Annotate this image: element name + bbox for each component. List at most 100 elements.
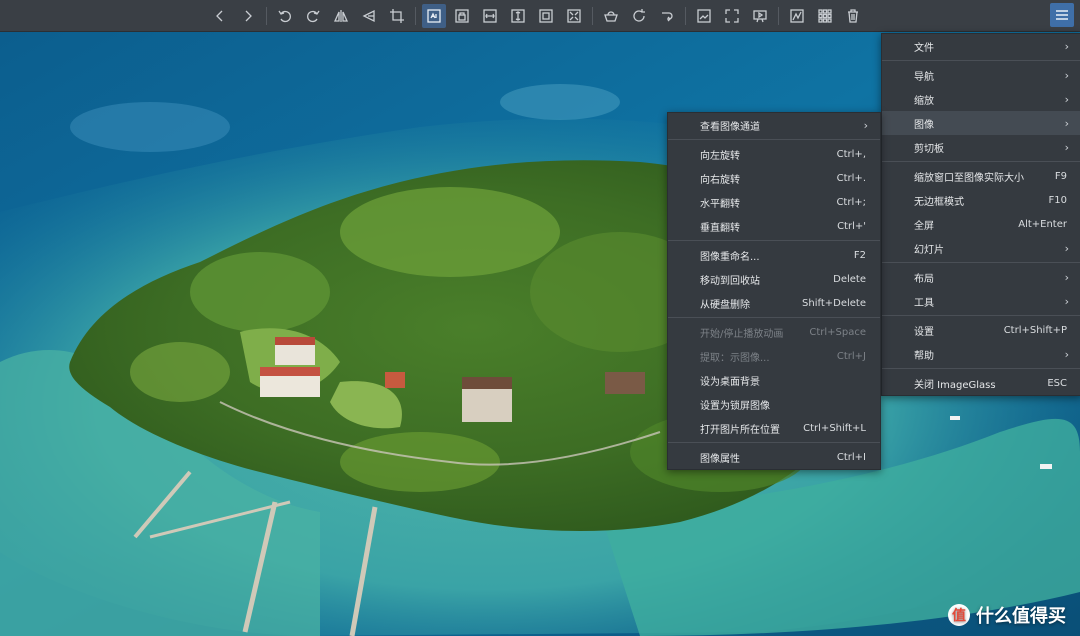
toolbar-separator bbox=[266, 6, 267, 25]
menu-item-view-channels[interactable]: 查看图像通道 › bbox=[668, 113, 880, 137]
open-icon[interactable] bbox=[599, 4, 623, 28]
rotate-right-icon[interactable] bbox=[301, 4, 325, 28]
menu-separator bbox=[882, 161, 1080, 162]
menu-separator bbox=[668, 317, 880, 318]
menu-item-tools[interactable]: 工具 › bbox=[882, 289, 1080, 313]
main-menu: 文件 › 导航 › 缩放 › 图像 › 剪切板 › 缩放窗口至图像实际大小 F9 无边框模式… bbox=[881, 33, 1080, 396]
menu-item-label: 缩放窗口至图像实际大小 bbox=[914, 172, 1024, 184]
toolbar-icons bbox=[206, 0, 867, 31]
chevron-right-icon: › bbox=[863, 118, 868, 132]
menu-item-label: 设置为锁屏图像 bbox=[700, 400, 770, 412]
toolbar-separator bbox=[778, 6, 779, 25]
menu-item-frameless[interactable]: 无边框模式 F10 bbox=[882, 188, 1080, 212]
flip-horizontal-icon[interactable] bbox=[329, 4, 353, 28]
redo-icon[interactable] bbox=[655, 4, 679, 28]
menu-item-label: 布局 bbox=[914, 273, 934, 285]
menu-separator bbox=[668, 240, 880, 241]
menu-item-label: 剪切板 bbox=[914, 143, 944, 155]
menu-separator bbox=[882, 60, 1080, 61]
menu-item-open-location[interactable]: 打开图片所在位置 Ctrl+Shift+L bbox=[668, 416, 880, 440]
menu-item-label: 幻灯片 bbox=[914, 244, 944, 256]
rotate-left-icon[interactable] bbox=[273, 4, 297, 28]
chevron-right-icon: › bbox=[1064, 68, 1069, 82]
menu-item-slideshow[interactable]: 幻灯片 › bbox=[882, 236, 1080, 260]
menu-item-label: 查看图像通道 bbox=[700, 121, 760, 133]
menu-item-set-desktop-background[interactable]: 设为桌面背景 bbox=[668, 368, 880, 392]
menu-item-move-to-recycle-bin[interactable]: 移动到回收站 Delete bbox=[668, 267, 880, 291]
menu-item-shortcut: Shift+Delete bbox=[802, 297, 866, 309]
menu-item-shortcut: Ctrl+, bbox=[836, 148, 866, 160]
chevron-right-icon: › bbox=[1064, 270, 1069, 284]
scale-height-icon[interactable] bbox=[506, 4, 530, 28]
menu-item-help[interactable]: 帮助 › bbox=[882, 342, 1080, 366]
menu-separator bbox=[668, 442, 880, 443]
menu-separator bbox=[668, 139, 880, 140]
menu-item-rotate-left[interactable]: 向左旋转 Ctrl+, bbox=[668, 142, 880, 166]
menu-item-flip-vertical[interactable]: 垂直翻转 Ctrl+' bbox=[668, 214, 880, 238]
chevron-right-icon: › bbox=[1064, 347, 1069, 361]
menu-separator bbox=[882, 315, 1080, 316]
refresh-icon[interactable] bbox=[627, 4, 651, 28]
menu-item-shortcut: Ctrl+; bbox=[836, 196, 866, 208]
flip-vertical-icon[interactable] bbox=[357, 4, 381, 28]
fullscreen-icon[interactable] bbox=[720, 4, 744, 28]
menu-item-flip-horizontal[interactable]: 水平翻转 Ctrl+; bbox=[668, 190, 880, 214]
edit-icon[interactable] bbox=[785, 4, 809, 28]
scale-width-icon[interactable] bbox=[478, 4, 502, 28]
menu-item-label: 垂直翻转 bbox=[700, 222, 740, 234]
chevron-right-icon: › bbox=[1064, 39, 1069, 53]
menu-separator bbox=[882, 262, 1080, 263]
menu-item-shortcut: Ctrl+Space bbox=[809, 326, 866, 338]
menu-item-label: 打开图片所在位置 bbox=[700, 424, 780, 436]
menu-item-set-lock-screen[interactable]: 设置为锁屏图像 bbox=[668, 392, 880, 416]
menu-item-shortcut: F2 bbox=[853, 249, 866, 261]
toolbar-separator bbox=[592, 6, 593, 25]
thumbnail-icon[interactable] bbox=[813, 4, 837, 28]
watermark-text: 什么值得买 bbox=[976, 606, 1066, 627]
menu-item-clipboard[interactable]: 剪切板 › bbox=[882, 135, 1080, 159]
hamburger-menu-icon[interactable] bbox=[1050, 3, 1074, 27]
zoom-auto-icon[interactable] bbox=[422, 3, 446, 28]
chevron-right-icon: › bbox=[1064, 116, 1069, 130]
menu-item-label: 提取：示图像... bbox=[700, 352, 770, 364]
chevron-right-icon: › bbox=[1064, 92, 1069, 106]
menu-item-shortcut: Ctrl+Shift+L bbox=[803, 422, 866, 434]
menu-item-label: 图像属性 bbox=[700, 453, 740, 465]
menu-item-label: 移动到回收站 bbox=[700, 275, 760, 287]
menu-item-settings[interactable]: 设置 Ctrl+Shift+P bbox=[882, 318, 1080, 342]
menu-item-shortcut: Ctrl+J bbox=[836, 350, 866, 362]
menu-item-file[interactable]: 文件 › bbox=[882, 34, 1080, 58]
menu-item-label: 从硬盘删除 bbox=[700, 299, 750, 311]
menu-item-navigation[interactable]: 导航 › bbox=[882, 63, 1080, 87]
menu-item-label: 图像重命名... bbox=[700, 251, 760, 263]
back-icon[interactable] bbox=[208, 4, 232, 28]
menu-item-image[interactable]: 图像 › bbox=[882, 111, 1080, 135]
scale-to-fill-icon[interactable] bbox=[562, 4, 586, 28]
menu-item-label: 图像 bbox=[914, 119, 934, 131]
menu-item-zoom[interactable]: 缩放 › bbox=[882, 87, 1080, 111]
delete-icon[interactable] bbox=[841, 4, 865, 28]
menu-item-delete-from-disk[interactable]: 从硬盘删除 Shift+Delete bbox=[668, 291, 880, 315]
scale-to-fit-icon[interactable] bbox=[534, 4, 558, 28]
crop-icon[interactable] bbox=[385, 4, 409, 28]
menu-item-label: 向左旋转 bbox=[700, 150, 740, 162]
menu-item-exit[interactable]: 关闭 ImageGlass ESC bbox=[882, 371, 1080, 395]
menu-item-fullscreen[interactable]: 全屏 Alt+Enter bbox=[882, 212, 1080, 236]
gallery-icon[interactable] bbox=[692, 4, 716, 28]
slideshow-icon[interactable] bbox=[748, 4, 772, 28]
menu-item-label: 工具 bbox=[914, 297, 934, 309]
menu-item-image-properties[interactable]: 图像属性 Ctrl+I bbox=[668, 445, 880, 469]
menu-item-fit-window[interactable]: 缩放窗口至图像实际大小 F9 bbox=[882, 164, 1080, 188]
menu-item-shortcut: Ctrl+I bbox=[836, 451, 866, 463]
zoom-lock-icon[interactable] bbox=[450, 4, 474, 28]
menu-item-label: 缩放 bbox=[914, 95, 934, 107]
menu-item-rotate-right[interactable]: 向右旋转 Ctrl+. bbox=[668, 166, 880, 190]
menu-item-label: 开始/停止播放动画 bbox=[700, 328, 784, 340]
menu-item-rename[interactable]: 图像重命名... F2 bbox=[668, 243, 880, 267]
forward-icon[interactable] bbox=[236, 4, 260, 28]
menu-item-layout[interactable]: 布局 › bbox=[882, 265, 1080, 289]
menu-item-extract-frames: 提取：示图像... Ctrl+J bbox=[668, 344, 880, 368]
menu-item-label: 无边框模式 bbox=[914, 196, 964, 208]
chevron-right-icon: › bbox=[1064, 294, 1069, 308]
menu-item-shortcut: Alt+Enter bbox=[1018, 218, 1067, 230]
